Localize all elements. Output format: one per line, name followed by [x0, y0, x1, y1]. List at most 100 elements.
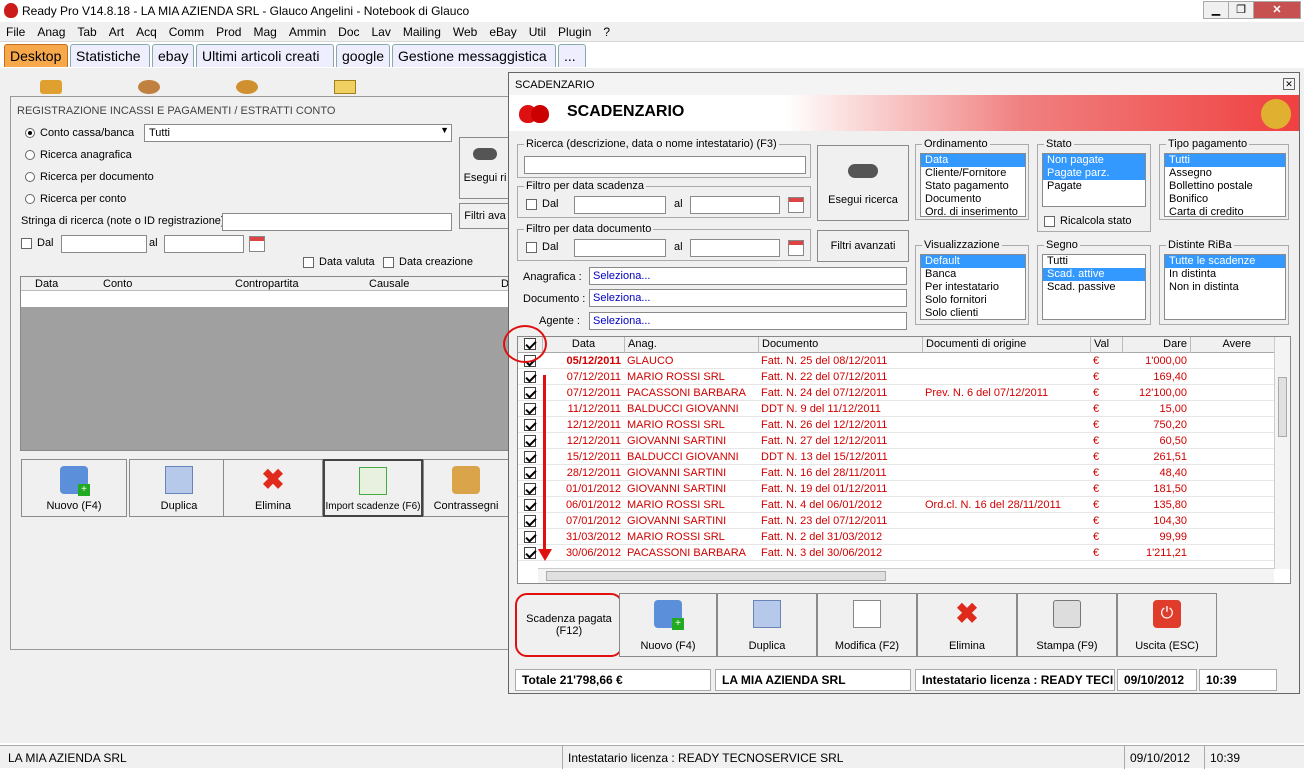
conto-select[interactable]: Tutti ▼	[144, 124, 452, 142]
horizontal-scrollbar[interactable]	[538, 568, 1274, 583]
dal-input[interactable]	[574, 196, 666, 214]
distinte-list[interactable]: Tutte le scadenze In distinta Non in disti…	[1164, 254, 1286, 320]
list-item[interactable]: Cliente/Fornitore	[921, 167, 1025, 180]
data-creazione-checkbox[interactable]: Data creazione	[383, 256, 473, 268]
desktop-icon[interactable]	[40, 80, 62, 94]
table-row[interactable]: 07/01/2012 GIOVANNI SARTINI Fatt. N. 23 de…	[518, 513, 1274, 529]
tab[interactable]: Gestione messaggistica	[392, 44, 556, 67]
table-row[interactable]	[21, 291, 511, 307]
list-item[interactable]: Non in distinta	[1165, 281, 1285, 294]
desktop-icon[interactable]	[236, 80, 258, 94]
menu-item[interactable]: Doc	[332, 22, 365, 39]
list-item[interactable]: Carta di credito	[1165, 206, 1285, 216]
duplica-button[interactable]: Duplica	[717, 593, 817, 657]
contrassegni-button[interactable]: Contrassegni	[423, 459, 509, 517]
scadenza-pagata-button[interactable]: Scadenza pagata (F12)	[515, 593, 623, 657]
menu-item[interactable]: Util	[523, 22, 552, 39]
scadenze-grid[interactable]: Data Anag. Documento Documenti di origine Va…	[517, 336, 1291, 584]
list-item[interactable]: Ord. di inserimento	[921, 206, 1025, 216]
list-item[interactable]: Solo fornitori	[921, 294, 1025, 307]
menu-item[interactable]: Mailing	[397, 22, 447, 39]
duplica-button[interactable]: Duplica	[129, 459, 229, 517]
tab[interactable]: Desktop	[4, 44, 68, 67]
agente-field[interactable]: Seleziona...	[589, 312, 907, 330]
segno-list[interactable]: Tutti Scad. attive Scad. passive	[1042, 254, 1146, 320]
minimize-button[interactable]: ▁	[1203, 1, 1229, 19]
anagrafica-field[interactable]: Seleziona...	[589, 267, 907, 285]
nuovo-button[interactable]: + Nuovo (F4)	[21, 459, 127, 517]
al-input[interactable]	[164, 235, 244, 253]
radio-documento[interactable]: Ricerca per documento	[25, 171, 154, 183]
menu-item[interactable]: Art	[103, 22, 130, 39]
table-row[interactable]: 06/01/2012 MARIO ROSSI SRL Fatt. N. 4 del …	[518, 497, 1274, 513]
col-header[interactable]: Documenti di origine	[922, 337, 1090, 353]
stampa-button[interactable]: Stampa (F9)	[1017, 593, 1117, 657]
close-button[interactable]: ✕	[1253, 1, 1301, 19]
list-item[interactable]: Pagate	[1043, 180, 1145, 193]
col-header[interactable]: Causale	[369, 278, 409, 290]
row-checkbox[interactable]	[524, 419, 536, 431]
list-item[interactable]: Tutti	[1165, 154, 1285, 167]
tab[interactable]: ebay	[152, 44, 194, 67]
list-item[interactable]: Bonifico	[1165, 193, 1285, 206]
filtri-avanzati-button[interactable]: Filtri avanzati	[817, 230, 909, 262]
table-row[interactable]: 12/12/2011 MARIO ROSSI SRL Fatt. N. 26 del…	[518, 417, 1274, 433]
radio-conto[interactable]: Conto cassa/banca	[25, 127, 134, 139]
maximize-button[interactable]: ❐	[1228, 1, 1254, 19]
list-item[interactable]: Tutti	[1043, 255, 1145, 268]
row-checkbox[interactable]	[524, 451, 536, 463]
documento-field[interactable]: Seleziona...	[589, 289, 907, 307]
table-row[interactable]: 30/06/2012 PACASSONI BARBARA Fatt. N. 3 de…	[518, 545, 1274, 561]
ricalcola-checkbox[interactable]: Ricalcola stato	[1044, 215, 1132, 227]
menu-item[interactable]: File	[0, 22, 31, 39]
table-row[interactable]: 05/12/2011 GLAUCO Fatt. N. 25 del 08/12/20…	[518, 353, 1274, 369]
list-item[interactable]: Per intestatario	[921, 281, 1025, 294]
import-scadenze-button[interactable]: Import scadenze (F6)	[323, 459, 423, 517]
row-checkbox[interactable]	[524, 531, 536, 543]
row-checkbox[interactable]	[524, 499, 536, 511]
dal-checkbox[interactable]: Dal	[21, 237, 54, 249]
col-header[interactable]: Val	[1090, 337, 1122, 353]
nuovo-button[interactable]: + Nuovo (F4)	[619, 593, 717, 657]
tab[interactable]: ...	[558, 44, 586, 67]
list-item[interactable]: Bollettino postale	[1165, 180, 1285, 193]
menu-item[interactable]: Lav	[366, 22, 397, 39]
al-input[interactable]	[690, 196, 780, 214]
uscita-button[interactable]: ⏻ Uscita (ESC)	[1117, 593, 1217, 657]
row-checkbox[interactable]	[524, 515, 536, 527]
dal-input[interactable]	[61, 235, 147, 253]
list-item[interactable]: Documento	[921, 193, 1025, 206]
tab[interactable]: Statistiche	[70, 44, 150, 67]
dal-checkbox[interactable]: Dal	[526, 241, 559, 253]
ordinamento-list[interactable]: Data Cliente/Fornitore Stato pagamento Docu…	[920, 153, 1026, 217]
list-item[interactable]: Solo clienti	[921, 307, 1025, 319]
calendar-icon[interactable]	[249, 236, 265, 252]
menu-item[interactable]: Mag	[247, 22, 282, 39]
filtri-avanzati-button[interactable]: Filtri ava	[459, 203, 511, 229]
list-item[interactable]: Default	[921, 255, 1025, 268]
table-row[interactable]: 31/03/2012 MARIO ROSSI SRL Fatt. N. 2 del …	[518, 529, 1274, 545]
list-item[interactable]: Assegno	[1165, 167, 1285, 180]
stato-list[interactable]: Non pagate Pagate parz. Pagate	[1042, 153, 1146, 207]
modifica-button[interactable]: Modifica (F2)	[817, 593, 917, 657]
menu-item[interactable]: Acq	[130, 22, 163, 39]
row-checkbox[interactable]	[524, 467, 536, 479]
radio-conto-search[interactable]: Ricerca per conto	[25, 193, 126, 205]
calendar-icon[interactable]	[788, 240, 804, 256]
col-header[interactable]: Contropartita	[235, 278, 299, 290]
tipo-pagamento-list[interactable]: Tutti Assegno Bollettino postale Bonifico Ca…	[1164, 153, 1286, 217]
list-item[interactable]: Non pagate	[1043, 154, 1145, 167]
table-row[interactable]: 07/12/2011 PACASSONI BARBARA Fatt. N. 24 d…	[518, 385, 1274, 401]
table-row[interactable]: 15/12/2011 BALDUCCI GIOVANNI DDT N. 13 del…	[518, 449, 1274, 465]
table-row[interactable]: 07/12/2011 MARIO ROSSI SRL Fatt. N. 22 del…	[518, 369, 1274, 385]
col-header[interactable]: Dare	[1122, 337, 1190, 353]
row-checkbox[interactable]	[524, 371, 536, 383]
list-item[interactable]: Scad. passive	[1043, 281, 1145, 294]
row-checkbox[interactable]	[524, 435, 536, 447]
al-input[interactable]	[690, 239, 780, 257]
table-row[interactable]: 11/12/2011 BALDUCCI GIOVANNI DDT N. 9 del …	[518, 401, 1274, 417]
col-header[interactable]: Data	[542, 337, 624, 353]
menu-item[interactable]: Comm	[163, 22, 210, 39]
menu-item[interactable]: Prod	[210, 22, 247, 39]
table-row[interactable]: 01/01/2012 GIOVANNI SARTINI Fatt. N. 19 de…	[518, 481, 1274, 497]
